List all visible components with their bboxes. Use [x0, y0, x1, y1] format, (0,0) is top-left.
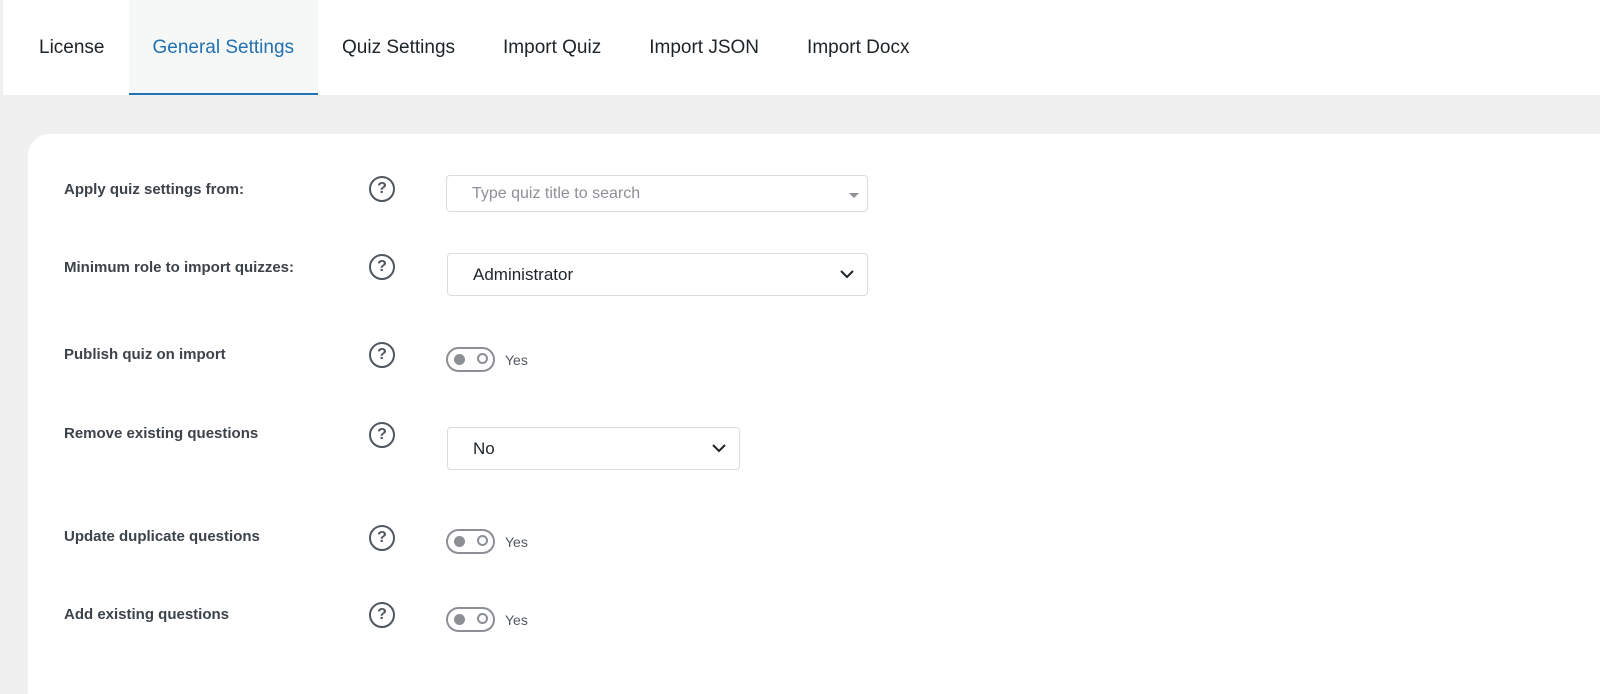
tab-import-docx[interactable]: Import Docx [783, 0, 933, 95]
minimum-role-select[interactable]: Administrator [447, 253, 868, 296]
tab-import-json[interactable]: Import JSON [625, 0, 783, 95]
help-glyph: ? [377, 258, 387, 275]
tab-general-settings[interactable]: General Settings [128, 0, 319, 95]
remove-existing-label: Remove existing questions [64, 425, 259, 442]
question-circle-icon[interactable]: ? [369, 525, 395, 551]
publish-on-import-label: Publish quiz on import [64, 346, 226, 363]
help-glyph: ? [377, 606, 387, 623]
help-glyph: ? [377, 180, 387, 197]
minimum-role-value: Administrator [473, 264, 574, 284]
tab-quiz-settings[interactable]: Quiz Settings [318, 0, 479, 95]
publish-on-import-toggle-text: Yes [505, 351, 528, 368]
help-glyph: ? [377, 426, 387, 443]
settings-tab-bar: License General Settings Quiz Settings I… [3, 0, 1600, 95]
caret-down-icon[interactable] [849, 193, 859, 198]
update-duplicates-label: Update duplicate questions [64, 528, 260, 545]
toggle-ring [477, 613, 488, 624]
update-duplicates-toggle-wrap: Yes [446, 529, 528, 554]
chevron-down-icon [712, 444, 726, 453]
help-glyph: ? [377, 346, 387, 363]
question-circle-icon[interactable]: ? [369, 176, 395, 202]
update-duplicates-toggle[interactable] [446, 529, 495, 554]
add-existing-toggle-wrap: Yes [446, 607, 528, 632]
toggle-knob [454, 354, 465, 365]
toggle-knob [454, 536, 465, 547]
minimum-role-label: Minimum role to import quizzes: [64, 259, 295, 276]
update-duplicates-toggle-text: Yes [505, 533, 528, 550]
chevron-down-icon [840, 270, 854, 279]
question-circle-icon[interactable]: ? [369, 602, 395, 628]
add-existing-label: Add existing questions [64, 606, 230, 623]
remove-existing-select[interactable]: No [447, 427, 740, 470]
tab-import-quiz[interactable]: Import Quiz [479, 0, 625, 95]
toggle-knob [454, 614, 465, 625]
question-circle-icon[interactable]: ? [369, 254, 395, 280]
tab-license[interactable]: License [3, 0, 129, 95]
toggle-ring [477, 535, 488, 546]
publish-on-import-toggle[interactable] [446, 347, 495, 372]
remove-existing-value: No [473, 438, 495, 458]
add-existing-toggle[interactable] [446, 607, 495, 632]
general-settings-panel: Apply quiz settings from: ? Minimum role… [28, 134, 1600, 694]
question-circle-icon[interactable]: ? [369, 342, 395, 368]
publish-on-import-toggle-wrap: Yes [446, 347, 528, 372]
toggle-ring [477, 353, 488, 364]
apply-quiz-settings-label: Apply quiz settings from: [64, 181, 244, 198]
help-glyph: ? [377, 529, 387, 546]
quiz-search-select[interactable] [446, 175, 868, 212]
question-circle-icon[interactable]: ? [369, 422, 395, 448]
add-existing-toggle-text: Yes [505, 611, 528, 628]
quiz-search-input[interactable] [447, 176, 827, 211]
